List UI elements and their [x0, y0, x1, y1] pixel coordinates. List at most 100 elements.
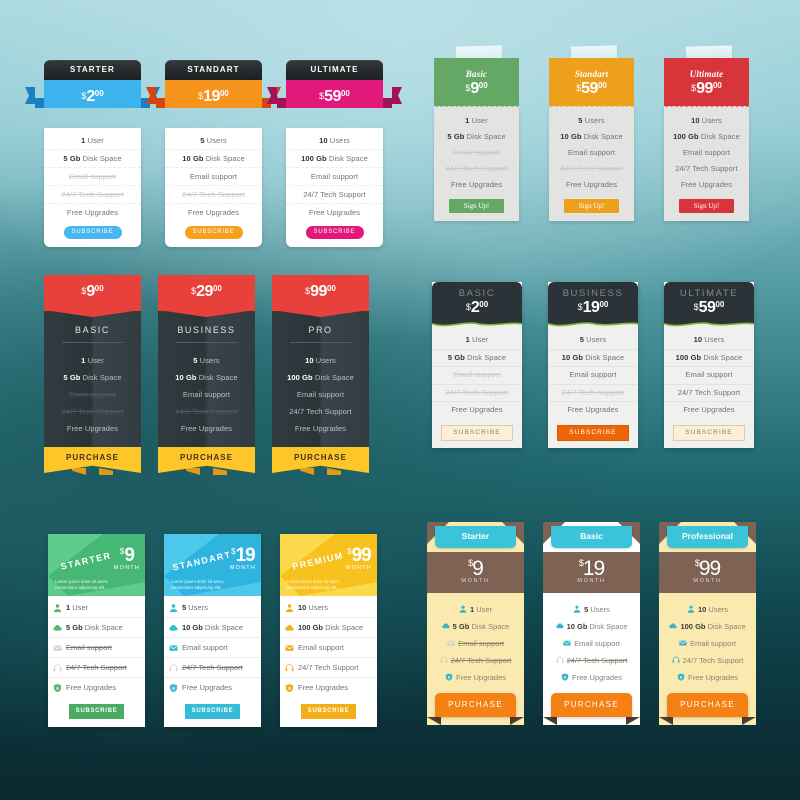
feature-tech: 24/7 Tech Support [286, 186, 383, 204]
feature-email: Email support [452, 148, 501, 157]
subscribe-button[interactable]: SUBSCRIBE [184, 226, 243, 239]
price-cents: 00 [94, 284, 104, 293]
pricing-card[interactable]: ULTIMATE $5900 10 Users 100 Gb Disk Space Em… [267, 60, 402, 247]
price: $19 MONTH [230, 546, 256, 572]
purchase-button[interactable]: PURCHASE [158, 447, 255, 473]
feature-list: 5 Users 10 Gb Disk Space Email support 24/7… [164, 596, 261, 727]
price: $99 [694, 557, 721, 580]
feature-users: 1 User [48, 598, 145, 618]
feature-upgrades: Free Upgrades [567, 405, 619, 414]
feature-email: Email support [286, 168, 383, 186]
pricing-card[interactable]: $900 BASIC 1 User 5 Gb Disk Space Email supp… [44, 275, 141, 477]
plan-title: BASIC [458, 288, 496, 299]
feature-tech: 24/7 Tech Support [175, 407, 238, 416]
subscribe-button[interactable]: SUBSCRIBE [69, 704, 124, 719]
card-body: BUSINESS 5 Users 10 Gb Disk Space Email sup… [158, 311, 255, 447]
price-band: $99 MONTH [659, 552, 756, 593]
feature-disk: 5 Gb Disk Space [447, 132, 506, 141]
price-cents: 00 [715, 300, 725, 309]
signup-button[interactable]: Sign Up! [449, 199, 504, 213]
user-icon [459, 605, 467, 613]
price-band: $9 MONTH [427, 552, 524, 593]
feature-upgrades: Free Upgrades [48, 678, 145, 697]
price-amount: 19 [582, 299, 600, 316]
plan-title: ULTIMATE [286, 60, 383, 80]
pricing-card[interactable]: STARTER $9 MONTH Lorem ipsum dolor sit amet… [48, 534, 145, 727]
divider [175, 342, 238, 343]
subscribe-button[interactable]: SUBSCRIBE [673, 424, 745, 441]
price-cents: 00 [340, 89, 350, 98]
feature-email: Email support [296, 390, 345, 399]
subscribe-button[interactable]: SUBSCRIBE [305, 226, 364, 239]
feature-tech: 24/7 Tech Support [659, 652, 756, 669]
signup-button[interactable]: Sign Up! [679, 199, 734, 213]
envelope-flap: Professional [659, 522, 756, 552]
feature-users: 10 Users [305, 356, 336, 365]
feature-users: 1 User [81, 356, 104, 365]
subscribe-button[interactable]: SUBSCRIBE [557, 424, 629, 441]
price: $5900 [576, 80, 607, 97]
price-amount: 2 [86, 88, 95, 105]
plan-title: Starter [435, 526, 516, 548]
price-period: MONTH [229, 565, 256, 571]
feature-upgrades: Free Upgrades [543, 669, 640, 686]
feature-tech: 24/7 Tech Support [432, 385, 522, 402]
feature-upgrades: Free Upgrades [659, 669, 756, 686]
signup-button[interactable]: Sign Up! [564, 199, 619, 213]
wave-divider [664, 322, 754, 328]
feature-users: 5 Users [164, 598, 261, 618]
feature-users: 10 Users [691, 116, 722, 125]
price-amount: 59 [698, 299, 716, 316]
pricing-card[interactable]: BASIC $200 1 User 5 Gb Disk Space Email supp… [432, 282, 522, 448]
user-icon [687, 605, 695, 613]
pricing-card[interactable]: Standart $5900 5 Users 10 Gb Disk Space Emai… [549, 45, 634, 221]
feature-upgrades: Free Upgrades [565, 180, 618, 189]
purchase-button[interactable]: PURCHASE [272, 447, 369, 473]
pricing-card[interactable]: Starter $9 MONTH 1 User 5 Gb Disk Space Email… [427, 522, 524, 725]
purchase-ribbon[interactable]: PURCHASE [272, 447, 369, 477]
purchase-ribbon[interactable]: PURCHASE [44, 447, 141, 477]
feature-disk: 5 Gb Disk Space [44, 150, 141, 168]
purchase-button[interactable]: PURCHASE [44, 447, 141, 473]
purchase-button[interactable]: PURCHASE [551, 693, 632, 717]
pricing-card[interactable]: $9900 PRO 10 Users 100 Gb Disk Space Email s… [272, 275, 369, 477]
feature-disk: 10 Gb Disk Space [543, 618, 640, 635]
price-cents: 00 [478, 81, 488, 90]
pricing-card[interactable]: STANDART $19 MONTH Lorem ipsum dolor sit am… [164, 534, 261, 727]
feature-list: 1 User 5 Gb Disk Space Email support 24/7 T… [427, 593, 524, 691]
feature-list: 1 User 5 Gb Disk Space Email support 24/7 T… [432, 328, 522, 448]
currency-symbol: $ [468, 558, 473, 568]
pricing-card[interactable]: PREMIUM $99 MONTH Lorem ipsum dolor sit ame… [280, 534, 377, 727]
pricing-card[interactable]: $2900 BUSINESS 5 Users 10 Gb Disk Space Emai… [158, 275, 255, 477]
price-amount: 59 [581, 80, 598, 97]
feature-disk: 100 Gb Disk Space [287, 373, 354, 382]
feature-users: 1 User [432, 332, 522, 350]
pricing-card[interactable]: BUSINESS $1900 5 Users 10 Gb Disk Space Emai… [548, 282, 638, 448]
price-cents: 00 [212, 284, 222, 293]
pricing-card[interactable]: STARTER $200 1 User 5 Gb Disk Space Email su… [25, 60, 160, 247]
purchase-ribbon[interactable]: PURCHASE [158, 447, 255, 477]
feature-upgrades: Free Upgrades [683, 405, 735, 414]
pricing-card[interactable]: Basic $19 MONTH 5 Users 10 Gb Disk Space Emai… [543, 522, 640, 725]
price: $9900 [305, 283, 336, 300]
subscribe-button[interactable]: SUBSCRIBE [63, 226, 122, 239]
pricing-card[interactable]: Basic $900 1 User 5 Gb Disk Space Email supp… [434, 45, 519, 221]
price: $900 [465, 80, 487, 97]
subscribe-button[interactable]: SUBSCRIBE [441, 424, 513, 441]
subscribe-button[interactable]: SUBSCRIBE [185, 704, 240, 719]
purchase-button[interactable]: PURCHASE [667, 693, 748, 717]
subscribe-button[interactable]: SUBSCRIBE [301, 704, 356, 719]
price: $200 [466, 299, 488, 316]
pricing-card[interactable]: ULTIMATE $5900 10 Users 100 Gb Disk Space Em… [664, 282, 754, 448]
pricing-card[interactable]: Ultimate $9900 10 Users 100 Gb Disk Space Em… [664, 45, 749, 221]
feature-tech: 24/7 Tech Support [543, 652, 640, 669]
shield-icon [445, 673, 453, 681]
purchase-button[interactable]: PURCHASE [435, 693, 516, 717]
feature-disk: 10 Gb Disk Space [175, 373, 238, 382]
wave-divider [548, 322, 638, 328]
flat-angled-header-pricing-tables: STARTER $9 MONTH Lorem ipsum dolor sit amet… [48, 534, 388, 734]
pricing-card[interactable]: Professional $99 MONTH 10 Users 100 Gb Disk … [659, 522, 756, 725]
plan-title: BUSINESS [177, 325, 236, 335]
feature-email: Email support [567, 148, 616, 157]
pricing-card[interactable]: STANDART $1900 5 Users 10 Gb Disk Space Emai… [146, 60, 281, 247]
